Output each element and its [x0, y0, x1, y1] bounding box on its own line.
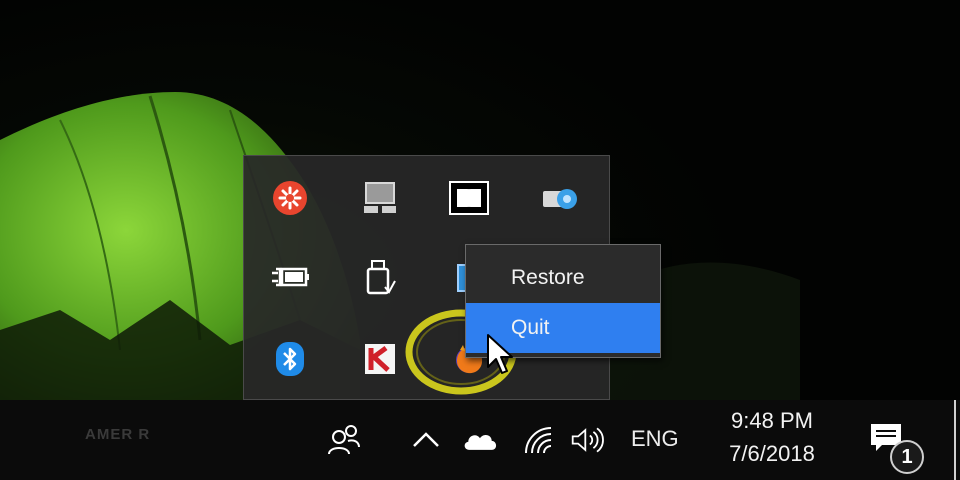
clock[interactable]: 9:48 PM 7/6/2018 — [712, 406, 832, 472]
clock-date: 7/6/2018 — [729, 441, 815, 466]
notification-count-badge: 1 — [890, 440, 924, 474]
network-drive-icon[interactable] — [539, 176, 583, 220]
usb-safely-remove-icon[interactable] — [358, 256, 402, 300]
wifi-icon[interactable] — [520, 422, 556, 458]
menu-item-restore[interactable]: Restore — [466, 253, 660, 303]
clock-time: 9:48 PM — [731, 408, 813, 433]
display-monitor-icon[interactable] — [358, 176, 402, 220]
language-indicator[interactable]: ENG — [631, 426, 679, 452]
kaspersky-icon[interactable] — [358, 337, 402, 381]
dolby-audio-icon[interactable] — [447, 176, 491, 220]
show-desktop-divider[interactable] — [954, 400, 956, 480]
show-hidden-icons-chevron-icon[interactable] — [408, 422, 444, 458]
watermark-text: AMER R — [85, 426, 151, 443]
onedrive-cloud-icon[interactable] — [462, 422, 498, 458]
mouse-cursor-icon — [487, 334, 513, 374]
battery-plugged-icon[interactable] — [268, 256, 312, 300]
people-icon[interactable] — [326, 422, 362, 458]
bluetooth-icon[interactable] — [268, 337, 312, 381]
volume-icon[interactable] — [570, 422, 606, 458]
taskbar: AMER R ENG 9:48 PM 7/6/2018 1 — [0, 400, 960, 480]
antivirus-shield-icon[interactable] — [268, 176, 312, 220]
